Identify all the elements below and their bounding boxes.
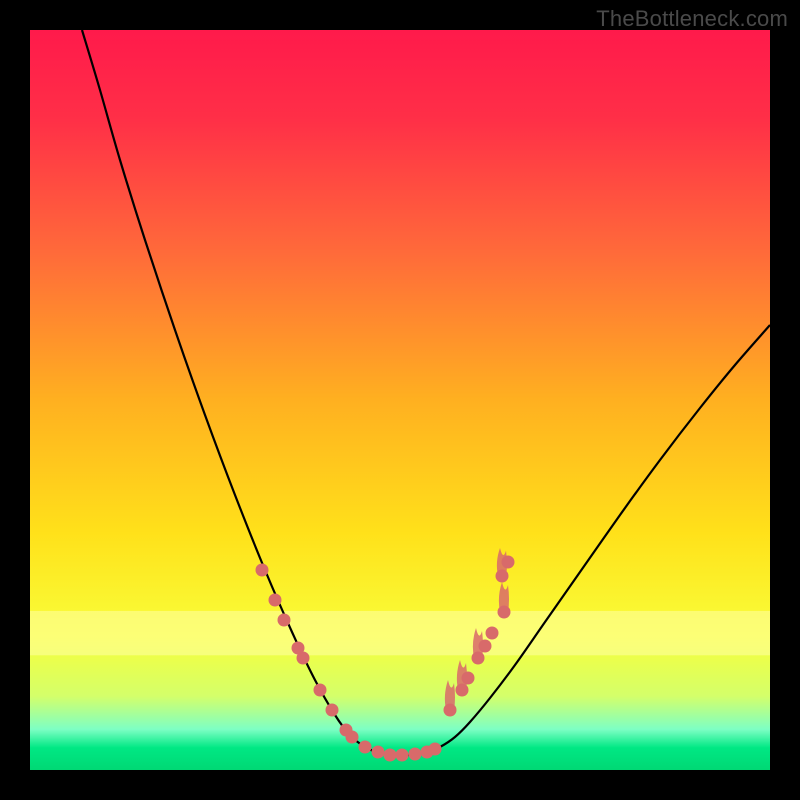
data-marker [472, 652, 485, 665]
data-marker [256, 564, 269, 577]
data-marker [269, 594, 282, 607]
data-marker [496, 570, 509, 583]
data-marker [297, 652, 310, 665]
data-marker [359, 741, 372, 754]
data-marker [396, 749, 409, 762]
data-marker [456, 684, 469, 697]
data-marker [462, 672, 475, 685]
data-marker [384, 749, 397, 762]
data-marker [346, 731, 359, 744]
chart-frame [30, 30, 770, 770]
data-marker [409, 748, 422, 761]
data-marker [314, 684, 327, 697]
data-marker [326, 704, 339, 717]
data-marker [278, 614, 291, 627]
data-marker [498, 606, 511, 619]
data-marker [479, 640, 492, 653]
pale-highlight-band [30, 611, 770, 655]
data-marker [444, 704, 457, 717]
data-marker [372, 746, 385, 759]
chart-svg [30, 30, 770, 770]
watermark-text: TheBottleneck.com [596, 6, 788, 32]
gradient-background [30, 30, 770, 770]
data-marker [502, 556, 515, 569]
data-marker [486, 627, 499, 640]
data-marker [429, 743, 442, 756]
